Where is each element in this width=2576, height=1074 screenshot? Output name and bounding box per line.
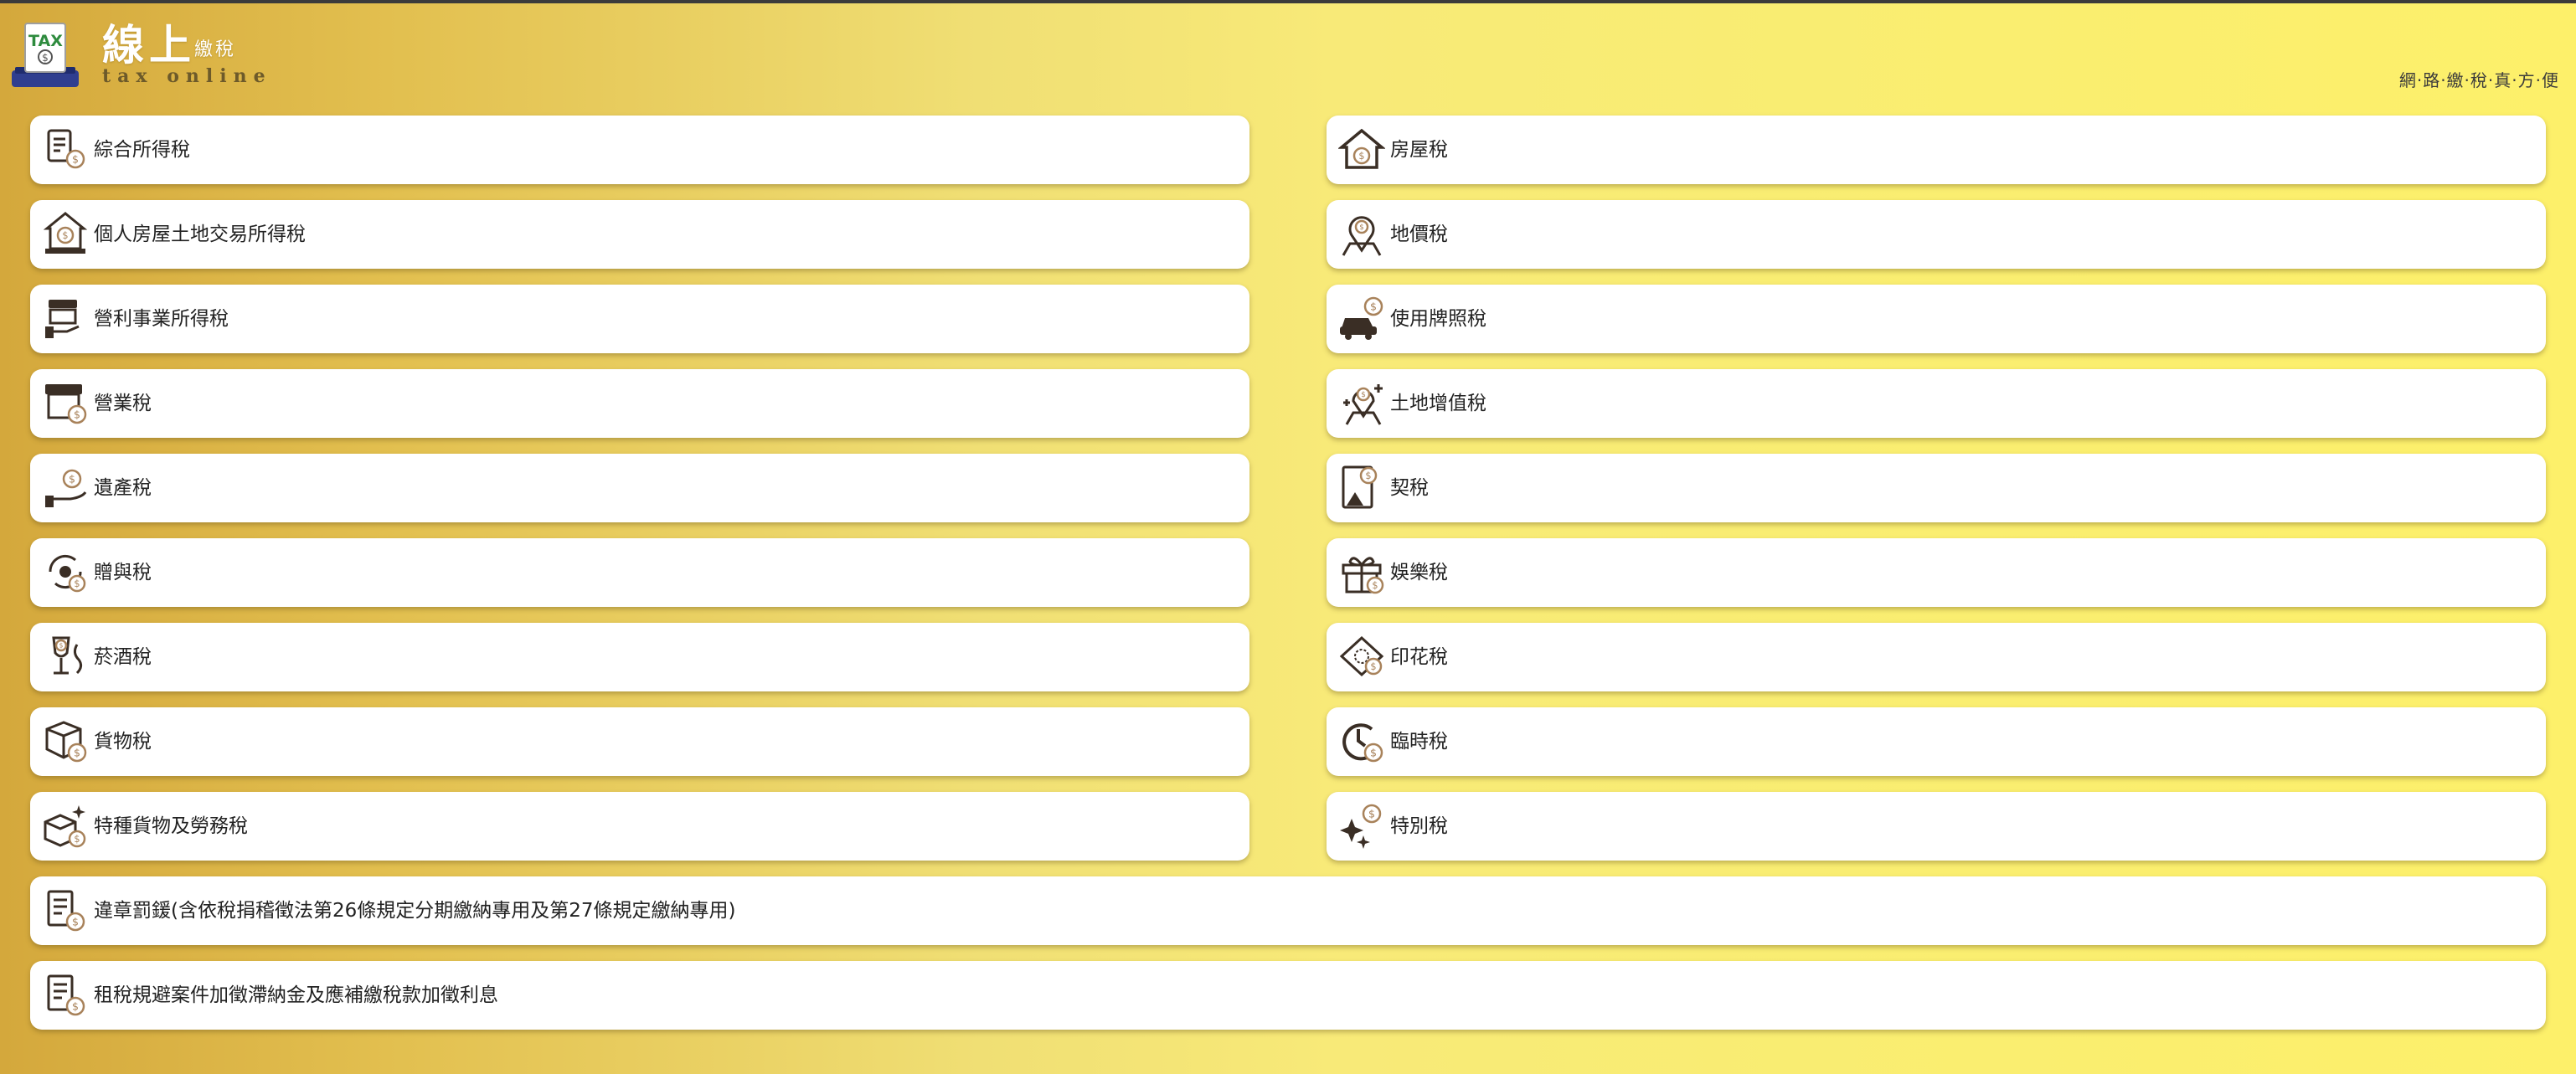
svg-text:$: $	[42, 52, 49, 64]
svg-text:$: $	[1358, 151, 1364, 162]
tax-item-label: 娛樂稅	[1390, 562, 1448, 583]
wine-smoke-icon: $	[42, 633, 89, 680]
svg-text:$: $	[74, 409, 80, 421]
svg-text:$: $	[74, 747, 80, 759]
brand-english: tax online	[102, 65, 272, 87]
deed-document-icon: $	[1338, 464, 1385, 511]
stamp-ticket-icon: $	[1338, 633, 1385, 680]
tax-logo-icon[interactable]: $ TAX	[10, 22, 80, 89]
package-coin-icon: $	[42, 717, 89, 764]
tax-item-label: 土地增值稅	[1390, 393, 1486, 414]
invoice-coin-icon: $	[42, 886, 89, 933]
clock-coin-icon: $	[1338, 717, 1385, 764]
tax-item-label: 印花稅	[1390, 646, 1448, 668]
tax-item-card[interactable]: $ 娛樂稅	[1327, 538, 2546, 607]
svg-text:$: $	[1368, 808, 1375, 820]
tax-item-card[interactable]: 營利事業所得稅	[30, 285, 1249, 353]
tax-item-card[interactable]: $ 房屋稅	[1327, 116, 2546, 184]
gift-box-icon: $	[1338, 548, 1385, 595]
tax-item-card[interactable]: $ 印花稅	[1327, 623, 2546, 691]
house-coin-icon: $	[1338, 126, 1385, 172]
svg-text:$: $	[59, 642, 64, 650]
brand-subtitle: 繳稅	[194, 39, 237, 60]
svg-text:$: $	[69, 473, 75, 486]
receipt-coin-icon: $	[42, 126, 89, 172]
tax-item-label: 特別稅	[1390, 815, 1448, 837]
package-sparkle-icon: $	[42, 802, 89, 849]
svg-text:$: $	[1361, 391, 1366, 399]
map-pin-coin-icon: $	[1338, 210, 1385, 257]
brand[interactable]: 線上 繳稅 tax online	[102, 12, 353, 95]
hand-coin-icon: $	[42, 464, 89, 511]
invoice-coin-icon: $	[42, 971, 89, 1018]
tax-item-card[interactable]: $ 個人房屋土地交易所得稅	[30, 200, 1249, 269]
tax-item-label: 營利事業所得稅	[94, 308, 229, 330]
tax-item-card[interactable]: $ 租稅規避案件加徵滯納金及應補繳稅款加徵利息	[30, 961, 2546, 1030]
svg-text:$: $	[1372, 580, 1378, 591]
tax-item-label: 菸酒稅	[94, 646, 152, 668]
top-border	[0, 0, 2576, 3]
car-coin-icon: $	[1338, 295, 1385, 342]
svg-text:$: $	[72, 916, 79, 928]
tax-item-card[interactable]: $ 特別稅	[1327, 792, 2546, 861]
svg-text:$: $	[62, 230, 68, 241]
tax-item-label: 契稅	[1390, 477, 1429, 499]
tax-item-card[interactable]: $ 綜合所得稅	[30, 116, 1249, 184]
svg-text:$: $	[72, 153, 79, 166]
tax-item-label: 贈與稅	[94, 562, 152, 583]
tax-item-card[interactable]: $ 土地增值稅	[1327, 369, 2546, 438]
tax-item-label: 貨物稅	[94, 731, 152, 753]
tax-item-card[interactable]: $ 特種貨物及勞務稅	[30, 792, 1249, 861]
slogan: 網·路·繳·稅·真·方·便	[2398, 70, 2559, 90]
tax-item-card[interactable]: $ 菸酒稅	[30, 623, 1249, 691]
svg-text:$: $	[1370, 747, 1377, 759]
gift-exchange-icon: $	[42, 548, 89, 595]
tax-item-label: 特種貨物及勞務稅	[94, 815, 248, 837]
tax-item-label: 綜合所得稅	[94, 139, 190, 161]
svg-text:$: $	[72, 1000, 79, 1013]
svg-text:$: $	[1365, 470, 1371, 481]
tax-item-label: 遺產稅	[94, 477, 152, 499]
tax-item-card[interactable]: $ 遺產稅	[30, 454, 1249, 522]
tax-item-card[interactable]: $ 契稅	[1327, 454, 2546, 522]
tax-item-label: 臨時稅	[1390, 731, 1448, 753]
tax-item-card[interactable]: $ 臨時稅	[1327, 707, 2546, 776]
tax-item-card[interactable]: $ 使用牌照稅	[1327, 285, 2546, 353]
svg-text:$: $	[1370, 301, 1377, 313]
shop-hand-icon	[42, 295, 89, 342]
tax-item-label: 個人房屋土地交易所得稅	[94, 224, 306, 245]
storefront-icon: $	[42, 379, 89, 426]
tax-item-card[interactable]: $ 地價稅	[1327, 200, 2546, 269]
tax-item-card[interactable]: $ 營業稅	[30, 369, 1249, 438]
tax-item-card[interactable]: $ 違章罰鍰(含依稅捐稽徵法第26條規定分期繳納專用及第27條規定繳納專用)	[30, 876, 2546, 945]
tax-item-label: 使用牌照稅	[1390, 308, 1486, 330]
tax-item-label: 地價稅	[1390, 224, 1448, 245]
brand-title: 線上	[102, 20, 196, 69]
svg-text:$: $	[1359, 224, 1364, 232]
tax-item-label: 違章罰鍰(含依稅捐稽徵法第26條規定分期繳納專用及第27條規定繳納專用)	[94, 900, 736, 922]
logo-badge: TAX	[28, 32, 63, 50]
svg-text:$: $	[74, 834, 80, 845]
house-deal-icon: $	[42, 210, 89, 257]
tax-item-label: 營業稅	[94, 393, 152, 414]
sparkle-coin-icon: $	[1338, 802, 1385, 849]
tax-item-label: 租稅規避案件加徵滯納金及應補繳稅款加徵利息	[94, 984, 498, 1006]
tax-item-label: 房屋稅	[1390, 139, 1448, 161]
svg-text:$: $	[1370, 661, 1376, 672]
svg-text:$: $	[74, 578, 80, 589]
tax-item-card[interactable]: $ 贈與稅	[30, 538, 1249, 607]
pin-plus-icon: $	[1338, 379, 1385, 426]
tax-item-card[interactable]: $ 貨物稅	[30, 707, 1249, 776]
